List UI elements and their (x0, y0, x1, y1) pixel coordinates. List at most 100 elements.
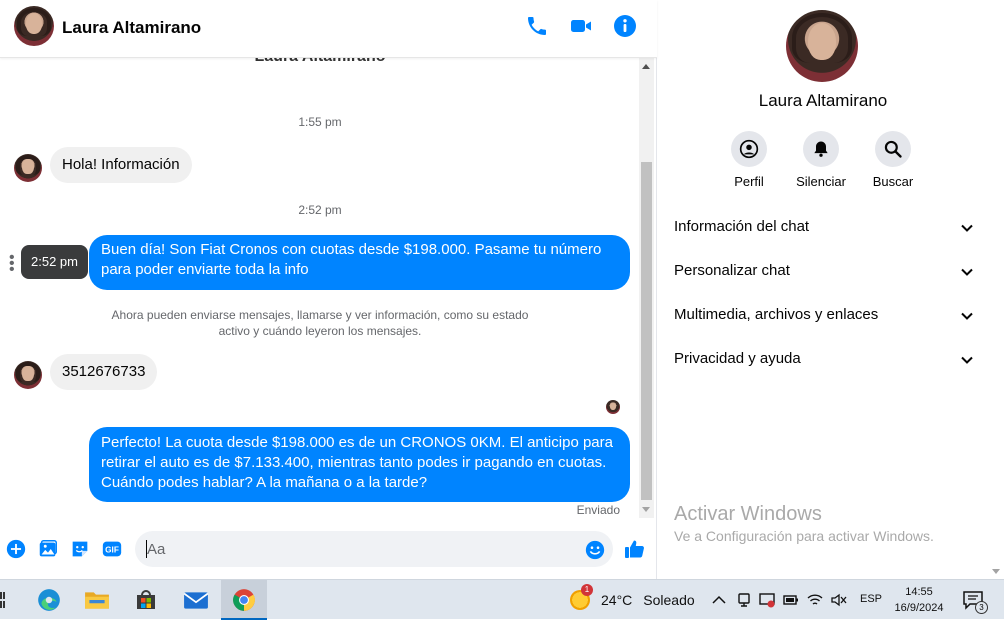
chrome-app[interactable] (221, 580, 267, 620)
time-tooltip: 2:52 pm (21, 245, 88, 279)
store-icon (137, 590, 155, 609)
edge-icon (38, 589, 60, 611)
message-line: Buen día! Son Fiat Cronos con cuotas des… (101, 241, 602, 258)
scroll-up-arrow[interactable] (642, 64, 650, 69)
section-customize-chat[interactable]: Personalizar chat (674, 255, 974, 287)
bell-icon (814, 141, 828, 157)
mute-label: Silenciar (796, 174, 846, 189)
plus-circle-icon[interactable] (5, 538, 27, 560)
section-chat-info[interactable]: Información del chat (674, 211, 974, 243)
outgoing-message[interactable]: Perfecto! La cuota desde $198.000 es de … (89, 427, 630, 502)
incoming-message[interactable]: 3512676733 (50, 354, 158, 390)
message-list[interactable]: Laura Altamirano 1:55 pm Hola! Informaci… (0, 58, 640, 518)
message-line: retirar el auto es de $7.133.400, mientr… (101, 454, 607, 471)
language-indicator[interactable]: ESP (860, 593, 882, 605)
outgoing-message[interactable]: Buen día! Son Fiat Cronos con cuotas des… (89, 235, 630, 290)
image-icon[interactable] (37, 538, 59, 560)
panel-avatar[interactable] (786, 10, 858, 82)
activation-watermark-title: Activar Windows (674, 503, 822, 525)
gif-label: GIF (105, 546, 119, 555)
file-explorer-icon (85, 592, 109, 609)
message-line: Perfecto! La cuota desde $198.000 es de … (101, 434, 613, 451)
meet-now-icon[interactable] (735, 591, 753, 609)
sun-icon: 1 (570, 584, 593, 610)
chevron-down-icon (961, 224, 973, 232)
chevron-down-icon (961, 356, 973, 364)
search-icon (884, 140, 902, 158)
weather-temperature: 24°C (601, 592, 633, 608)
timestamp: 2:52 pm (298, 203, 342, 217)
weather-description: Soleado (643, 592, 695, 608)
battery-icon[interactable] (782, 591, 800, 609)
notice-line: activo y cuándo leyeron los mensajes. (218, 324, 422, 338)
message-line: para poder enviarte toda la info (101, 261, 309, 278)
emoji-icon[interactable] (584, 539, 606, 561)
scroll-down-arrow[interactable] (992, 569, 1000, 574)
incoming-avatar[interactable] (14, 154, 42, 182)
notice-line: Ahora pueden enviarse mensajes, llamarse… (111, 308, 529, 322)
profile-label: Perfil (734, 174, 764, 189)
message-line: Cuándo podes hablar? A la mañana o a la … (101, 474, 428, 491)
contact-avatar[interactable] (14, 6, 54, 46)
notification-center-button[interactable]: 3 (962, 590, 988, 614)
weather-widget[interactable]: 1 24°C Soleado (570, 584, 695, 612)
start-edge-icon[interactable] (0, 592, 6, 608)
activation-watermark-subtitle: Ve a Configuración para activar Windows. (674, 528, 934, 544)
section-title: Multimedia, archivos y enlaces (674, 306, 879, 323)
clock-time: 14:55 (905, 586, 933, 598)
edge-app[interactable] (26, 580, 72, 620)
profile-icon (739, 139, 759, 159)
mute-button[interactable]: Silenciar (781, 131, 861, 189)
sent-status: Enviado (576, 503, 620, 517)
scroll-down-arrow[interactable] (642, 507, 650, 512)
chat-scrollbar[interactable] (639, 58, 654, 518)
system-clock[interactable]: 14:55 16/9/2024 (888, 584, 950, 616)
chat-header: Laura Altamirano (0, 0, 657, 58)
text-caret (146, 540, 147, 558)
privacy-notice: Ahora pueden enviarse mensajes, llamarse… (100, 307, 540, 339)
chevron-down-icon (961, 268, 973, 276)
composer: GIF (0, 525, 657, 575)
chevron-up-icon[interactable] (710, 591, 728, 609)
mail-app[interactable] (173, 580, 219, 620)
search-button[interactable]: Buscar (853, 131, 933, 189)
chevron-down-icon (961, 312, 973, 320)
messenger-app: Laura Altamirano Laura Altamirano 1:55 p… (0, 0, 1004, 579)
section-title: Privacidad y ayuda (674, 350, 801, 367)
incoming-avatar[interactable] (14, 361, 42, 389)
windows-taskbar: 1 24°C Soleado ESP 14:55 16/9/2024 3 (0, 579, 1004, 620)
contact-name[interactable]: Laura Altamirano (62, 18, 201, 38)
weather-badge: 1 (581, 584, 593, 596)
thumbs-up-icon[interactable] (623, 537, 647, 561)
section-media-files-links[interactable]: Multimedia, archivos y enlaces (674, 299, 974, 331)
profile-button[interactable]: Perfil (709, 131, 789, 189)
search-label: Buscar (872, 174, 914, 189)
file-explorer-app[interactable] (74, 580, 120, 620)
volume-muted-icon[interactable] (830, 591, 848, 609)
incoming-message[interactable]: Hola! Información (50, 147, 192, 183)
mail-icon (183, 592, 209, 609)
info-icon[interactable] (613, 14, 637, 38)
sticker-icon[interactable] (69, 538, 91, 560)
wifi-icon[interactable] (806, 591, 824, 609)
video-camera-icon[interactable] (569, 14, 593, 38)
timestamp: 1:55 pm (298, 115, 342, 129)
message-input[interactable] (135, 531, 613, 567)
chat-column: Laura Altamirano Laura Altamirano 1:55 p… (0, 0, 657, 579)
panel-scrollbar[interactable] (988, 0, 1004, 579)
section-title: Personalizar chat (674, 262, 790, 279)
display-icon[interactable] (758, 591, 776, 609)
phone-icon[interactable] (525, 14, 549, 38)
notification-count: 3 (975, 601, 988, 614)
conversation-details-panel: Laura Altamirano Perfil Silenciar Buscar… (658, 0, 1004, 579)
panel-contact-name: Laura Altamirano (758, 91, 888, 110)
scroll-thumb[interactable] (641, 162, 652, 500)
seen-avatar (606, 400, 620, 414)
store-app[interactable] (123, 580, 169, 620)
section-privacy-help[interactable]: Privacidad y ayuda (674, 343, 974, 375)
chrome-icon (233, 589, 255, 611)
more-options-icon[interactable]: • • • (9, 250, 15, 278)
clock-date: 16/9/2024 (894, 602, 944, 614)
gif-icon[interactable]: GIF (101, 538, 123, 560)
section-title: Información del chat (674, 218, 810, 235)
